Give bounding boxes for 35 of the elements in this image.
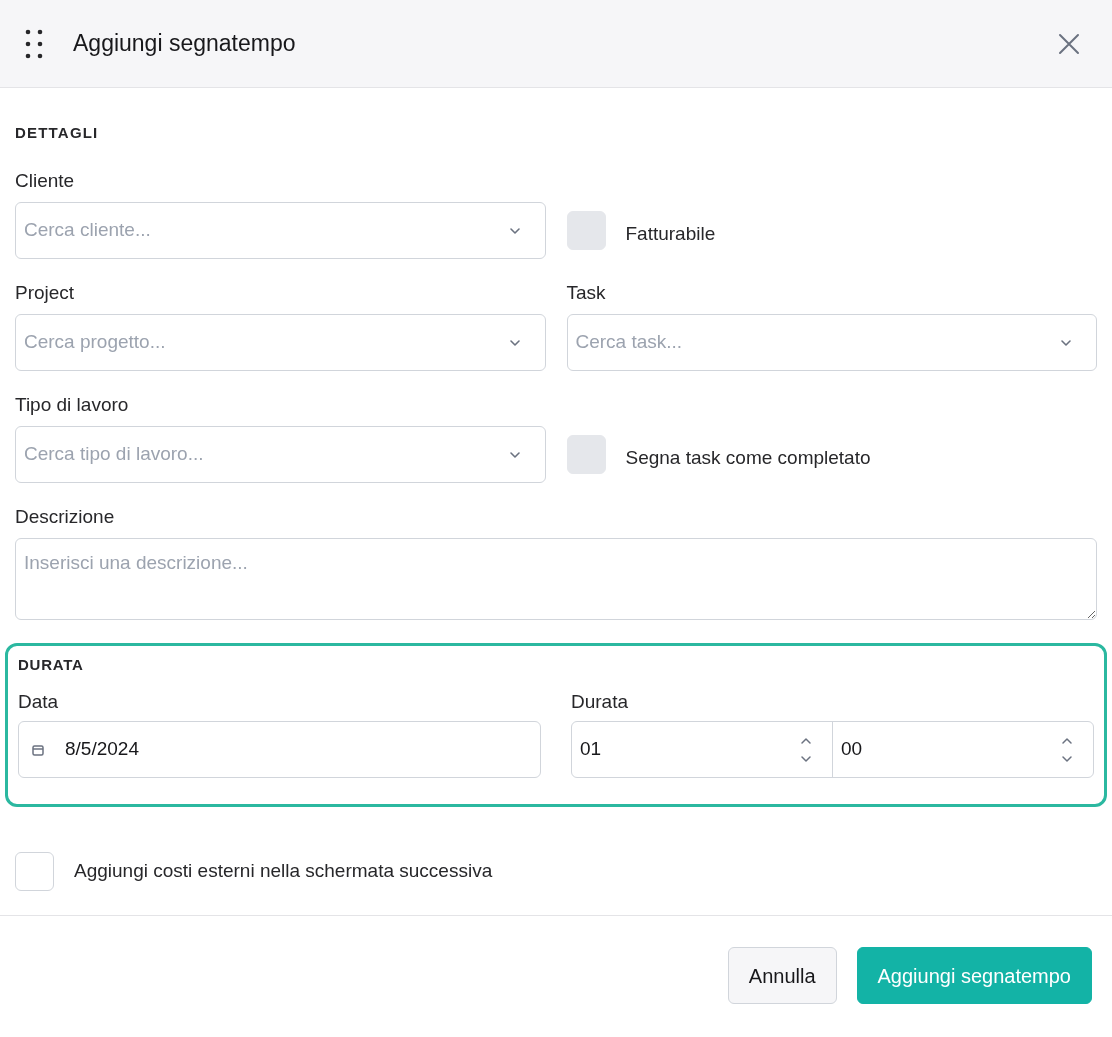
field-label: Task bbox=[566, 281, 607, 305]
checkbox-label: Segna task come completato bbox=[625, 446, 871, 471]
date-value: 8/5/2024 bbox=[65, 737, 139, 762]
number-value: 00 bbox=[841, 737, 864, 762]
select-field[interactable]: Cerca tipo di lavoro... bbox=[15, 426, 546, 483]
spinner-arrows-icon[interactable] bbox=[1061, 735, 1073, 764]
select-field[interactable]: Cerca task... bbox=[566, 314, 1097, 371]
field-label: Descrizione bbox=[15, 505, 116, 529]
checkbox-label: Fatturabile bbox=[625, 222, 716, 247]
field-label: Project bbox=[15, 281, 76, 305]
number-value: 01 bbox=[580, 737, 603, 762]
chevron-down-icon bbox=[508, 450, 521, 459]
chevron-down-icon bbox=[1060, 338, 1072, 347]
description-field[interactable]: Inserisci una descrizione... bbox=[15, 538, 1097, 620]
dialog-title: Aggiungi segnatempo bbox=[73, 29, 297, 59]
checkbox-label: Aggiungi costi esterni nella schermata successiva bbox=[74, 858, 493, 883]
checkbox[interactable] bbox=[15, 851, 54, 891]
spinner-arrows-icon[interactable] bbox=[800, 735, 812, 764]
select-field[interactable]: Cerca progetto... bbox=[15, 314, 546, 371]
submit-button[interactable]: Aggiungi segnatempo bbox=[856, 947, 1092, 1004]
field-label: Cliente bbox=[15, 169, 76, 193]
duration-field[interactable]: 01 00 bbox=[571, 721, 1094, 778]
section-heading: DURATA bbox=[18, 655, 85, 675]
calendar-icon bbox=[31, 742, 45, 757]
select-field[interactable]: Cerca cliente... bbox=[15, 202, 546, 259]
field-label: Durata bbox=[571, 690, 630, 712]
drag-handle-icon[interactable] bbox=[24, 27, 44, 60]
close-icon[interactable] bbox=[1058, 32, 1080, 55]
field-label: Tipo di lavoro bbox=[15, 393, 130, 417]
section-heading: DETTAGLI bbox=[15, 123, 100, 143]
chevron-down-icon bbox=[508, 226, 521, 235]
cancel-button[interactable]: Annulla bbox=[727, 947, 837, 1004]
date-field[interactable]: 8/5/2024 bbox=[18, 721, 541, 778]
field-label: Data bbox=[18, 690, 60, 712]
chevron-down-icon bbox=[508, 338, 521, 347]
